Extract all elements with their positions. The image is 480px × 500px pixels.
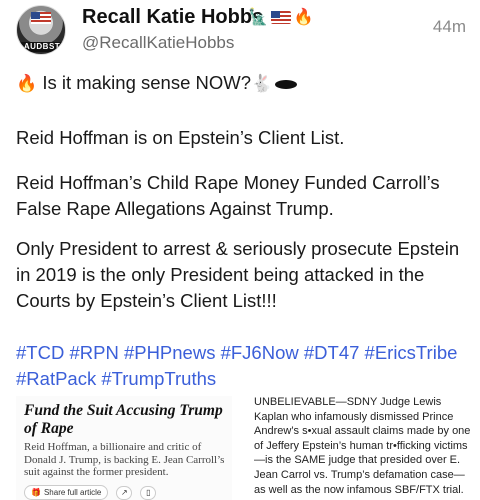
hole-icon bbox=[275, 79, 298, 89]
post-question: Is it making sense NOW? bbox=[42, 72, 252, 93]
us-flag-icon bbox=[270, 10, 291, 24]
share-arrow-icon: ↗ bbox=[120, 488, 128, 497]
article-actions: 🎁 Share full article ↗ ▯ bbox=[24, 485, 157, 500]
us-flag-icon bbox=[31, 12, 51, 24]
share-arrow-button[interactable]: ↗ bbox=[116, 485, 133, 500]
author-name[interactable]: Recall Katie Hobbs bbox=[82, 6, 263, 29]
avatar-stamp: AUDBST bbox=[19, 42, 65, 52]
name-emojis: 🗽 🔥 bbox=[248, 7, 314, 27]
avatar[interactable]: AUDBST bbox=[16, 5, 66, 55]
article-screenshot[interactable]: Fund the Suit Accusing Trump of Rape Rei… bbox=[16, 396, 232, 500]
share-article-button[interactable]: 🎁 Share full article bbox=[24, 485, 109, 500]
author-handle[interactable]: @RecallKatieHobbs bbox=[82, 33, 234, 53]
fire-icon: 🔥 bbox=[16, 74, 38, 93]
post-paragraph-2: Reid Hoffman is on Epstein’s Client List… bbox=[16, 127, 345, 148]
fire-icon: 🔥 bbox=[293, 9, 314, 26]
article-headline: Fund the Suit Accusing Trump of Rape bbox=[24, 402, 223, 437]
bookmark-button[interactable]: ▯ bbox=[140, 485, 157, 500]
post-header: AUDBST Recall Katie Hobbs 🗽 🔥 @RecallKat… bbox=[0, 0, 480, 60]
post-line-1: 🔥 Is it making sense NOW?🐇 bbox=[16, 70, 468, 97]
article-summary: Reid Hoffman, a billionaire and critic o… bbox=[24, 441, 225, 478]
bookmark-icon: ▯ bbox=[146, 488, 151, 497]
statue-of-liberty-icon: 🗽 bbox=[248, 9, 268, 26]
rabbit-icon: 🐇 bbox=[251, 74, 273, 93]
share-article-label: Share full article bbox=[43, 488, 102, 497]
gift-icon: 🎁 bbox=[31, 488, 41, 497]
post-timestamp[interactable]: 44m bbox=[433, 17, 466, 37]
hashtags[interactable]: #TCD #RPN #PHPnews #FJ6Now #DT47 #EricsT… bbox=[16, 340, 468, 392]
image-caption-text: UNBELIEVABLE—SDNY Judge Lewis Kaplan who… bbox=[254, 396, 471, 496]
post-paragraph-3: Reid Hoffman’s Child Rape Money Funded C… bbox=[16, 172, 440, 219]
post-paragraph-4: Only President to arrest & seriously pro… bbox=[16, 238, 460, 311]
